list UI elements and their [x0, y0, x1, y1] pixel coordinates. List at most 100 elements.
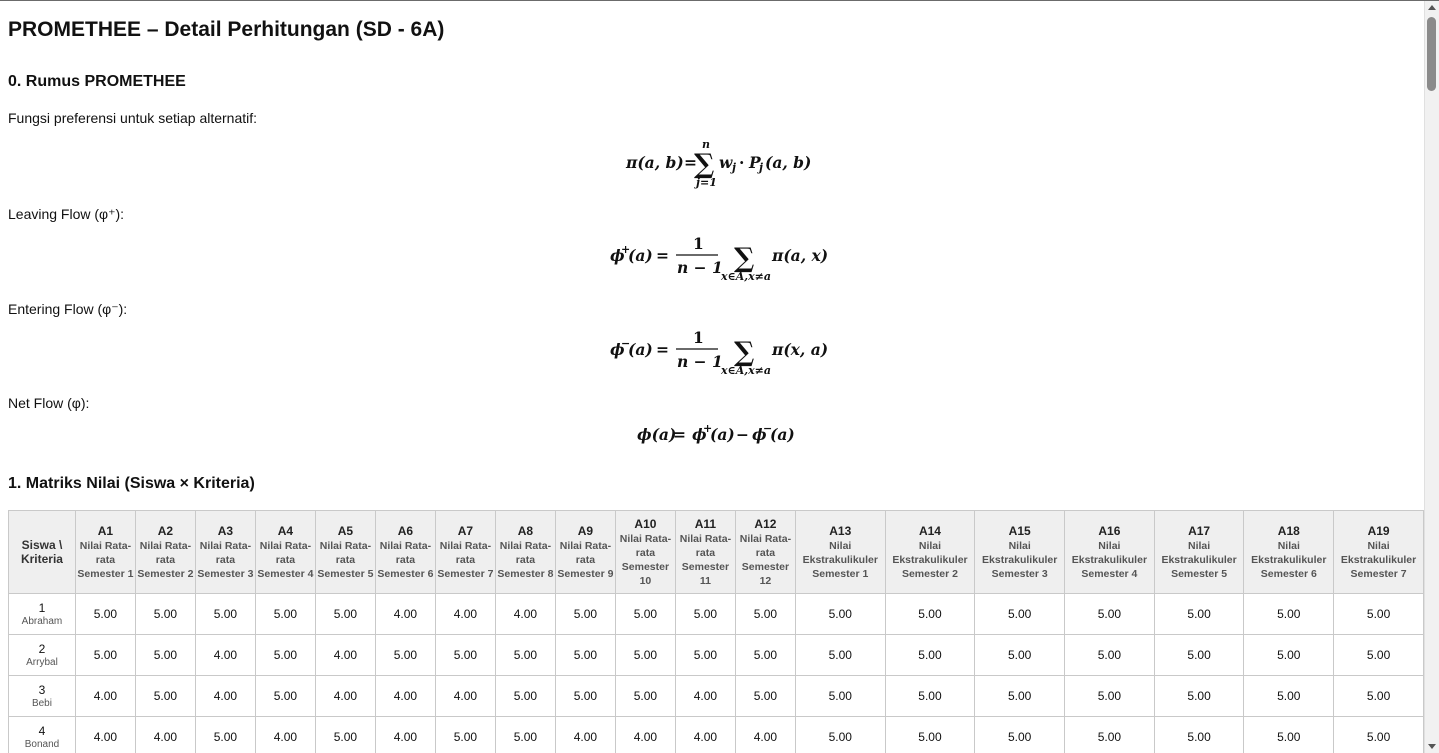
value-cell: 4.00: [434, 675, 496, 717]
column-code: A18: [1277, 523, 1300, 538]
column-code: A13: [829, 523, 852, 538]
net-flow-label: Net Flow (φ):: [8, 395, 90, 411]
column-code: A1: [97, 523, 114, 538]
column-code: A10: [634, 516, 657, 531]
column-header: A3 Nilai Rata-rata Semester 3: [194, 510, 256, 594]
column-header: A11 Nilai Rata-rata Semester 11: [674, 510, 736, 594]
value-cell: 5.00: [1333, 675, 1424, 717]
table-row: 2 Arrybal 5.00 5.00 4.00 5.00 4.00 5.00 5.00 5.00…: [8, 634, 1424, 676]
value-cell: 4.00: [254, 716, 316, 753]
value-cell: 4.00: [74, 716, 136, 753]
svg-text:w: w: [719, 153, 733, 172]
column-header: A4 Nilai Rata-rata Semester 4: [254, 510, 316, 594]
value-cell: 5.00: [974, 634, 1066, 676]
value-cell: 5.00: [1153, 634, 1245, 676]
column-header: A1 Nilai Rata-rata Semester 1: [74, 510, 136, 594]
column-label: Nilai Rata-rata Semester 5: [317, 539, 374, 580]
value-cell: 5.00: [254, 675, 316, 717]
page-title: PROMETHEE – Detail Perhitungan (SD - 6A): [8, 18, 445, 41]
value-cell: 5.00: [974, 675, 1066, 717]
column-code: A3: [217, 523, 234, 538]
value-cell: 5.00: [614, 634, 676, 676]
value-cell: 5.00: [554, 593, 616, 635]
value-cell: 5.00: [494, 634, 556, 676]
value-cell: 5.00: [1243, 675, 1335, 717]
value-cell: 5.00: [1243, 716, 1335, 753]
value-cell: 5.00: [434, 716, 496, 753]
student-number: 2: [38, 641, 46, 656]
value-cell: 5.00: [974, 716, 1066, 753]
svg-text:π(a, b): π(a, b): [625, 153, 684, 172]
value-cell: 4.00: [494, 593, 556, 635]
column-label: Nilai Ekstrakulikuler Semester 4: [1071, 539, 1148, 580]
column-label: Nilai Rata-rata Semester 3: [197, 539, 254, 580]
value-cell: 4.00: [374, 593, 436, 635]
column-header: A7 Nilai Rata-rata Semester 7: [434, 510, 496, 594]
student-name: Abraham: [21, 615, 63, 627]
value-cell: 5.00: [794, 675, 886, 717]
value-cell: 4.00: [74, 675, 136, 717]
value-cell: 5.00: [884, 593, 976, 635]
value-cell: 5.00: [614, 593, 676, 635]
value-cell: 4.00: [314, 634, 376, 676]
column-code: A4: [277, 523, 294, 538]
svg-text:x∈A,x≠a: x∈A,x≠a: [720, 364, 771, 377]
svg-text:ϕ(a): ϕ(a): [637, 425, 676, 444]
value-cell: 5.00: [734, 634, 796, 676]
column-label: Nilai Rata-rata Semester 8: [497, 539, 554, 580]
vertical-scrollbar[interactable]: [1424, 1, 1439, 753]
column-label: Nilai Ekstrakulikuler Semester 7: [1340, 539, 1417, 580]
corner-header: Siswa \ Kriteria: [8, 510, 76, 594]
value-cell: 5.00: [314, 716, 376, 753]
column-code: A12: [754, 516, 777, 531]
column-label: Nilai Rata-rata Semester 10: [619, 532, 672, 587]
matrix-table: Siswa \ Kriteria A1 Nilai Rata-rata Semes…: [8, 510, 1424, 753]
column-label: Nilai Ekstrakulikuler Semester 6: [1251, 539, 1327, 580]
student-number: 3: [38, 682, 46, 697]
column-code: A8: [517, 523, 534, 538]
column-header: A15 Nilai Ekstrakulikuler Semester 3: [974, 510, 1066, 594]
value-cell: 5.00: [734, 675, 796, 717]
column-header: A9 Nilai Rata-rata Semester 9: [554, 510, 616, 594]
value-cell: 5.00: [794, 634, 886, 676]
column-header: A18 Nilai Ekstrakulikuler Semester 6: [1243, 510, 1335, 594]
student-name: Bebi: [31, 697, 52, 709]
svg-text:=: =: [673, 425, 686, 444]
value-cell: 5.00: [1243, 593, 1335, 635]
column-label: Nilai Rata-rata Semester 11: [679, 532, 732, 587]
value-cell: 5.00: [884, 675, 976, 717]
value-cell: 5.00: [494, 675, 556, 717]
table-row: 4 Bonand 4.00 4.00 5.00 4.00 5.00 4.00 5.00 5.00 4…: [8, 716, 1424, 753]
column-label: Nilai Rata-rata Semester 1: [77, 539, 134, 580]
student-number: 1: [38, 600, 46, 615]
value-cell: 5.00: [794, 593, 886, 635]
column-header: A2 Nilai Rata-rata Semester 2: [134, 510, 196, 594]
column-label: Nilai Rata-rata Semester 12: [739, 532, 792, 587]
value-cell: 5.00: [494, 716, 556, 753]
svg-text:1: 1: [693, 328, 704, 347]
leaving-flow-label: Leaving Flow (φ⁺):: [8, 206, 125, 222]
column-code: A7: [457, 523, 474, 538]
column-code: A11: [694, 516, 717, 531]
value-cell: 5.00: [1333, 593, 1424, 635]
column-label: Nilai Rata-rata Semester 7: [437, 539, 494, 580]
value-cell: 5.00: [974, 593, 1066, 635]
value-cell: 5.00: [1064, 593, 1155, 635]
svg-text:n − 1: n − 1: [677, 258, 723, 277]
scrollbar-thumb[interactable]: [1427, 17, 1436, 91]
column-code: A14: [918, 523, 941, 538]
value-cell: 5.00: [734, 593, 796, 635]
column-header: A16 Nilai Ekstrakulikuler Semester 4: [1064, 510, 1155, 594]
value-cell: 5.00: [1064, 675, 1155, 717]
matrix-table-wrapper[interactable]: Siswa \ Kriteria A1 Nilai Rata-rata Semes…: [8, 510, 1424, 753]
svg-text:(a): (a): [710, 425, 735, 444]
column-code: A16: [1098, 523, 1121, 538]
svg-text:=: =: [656, 340, 669, 359]
value-cell: 5.00: [254, 593, 316, 635]
scroll-down-arrow-icon[interactable]: [1428, 744, 1436, 749]
column-code: A15: [1008, 523, 1031, 538]
value-cell: 5.00: [1064, 634, 1155, 676]
scroll-up-arrow-icon[interactable]: [1428, 5, 1436, 10]
column-label: Nilai Ekstrakulikuler Semester 5: [1161, 539, 1237, 580]
value-cell: 5.00: [884, 716, 976, 753]
